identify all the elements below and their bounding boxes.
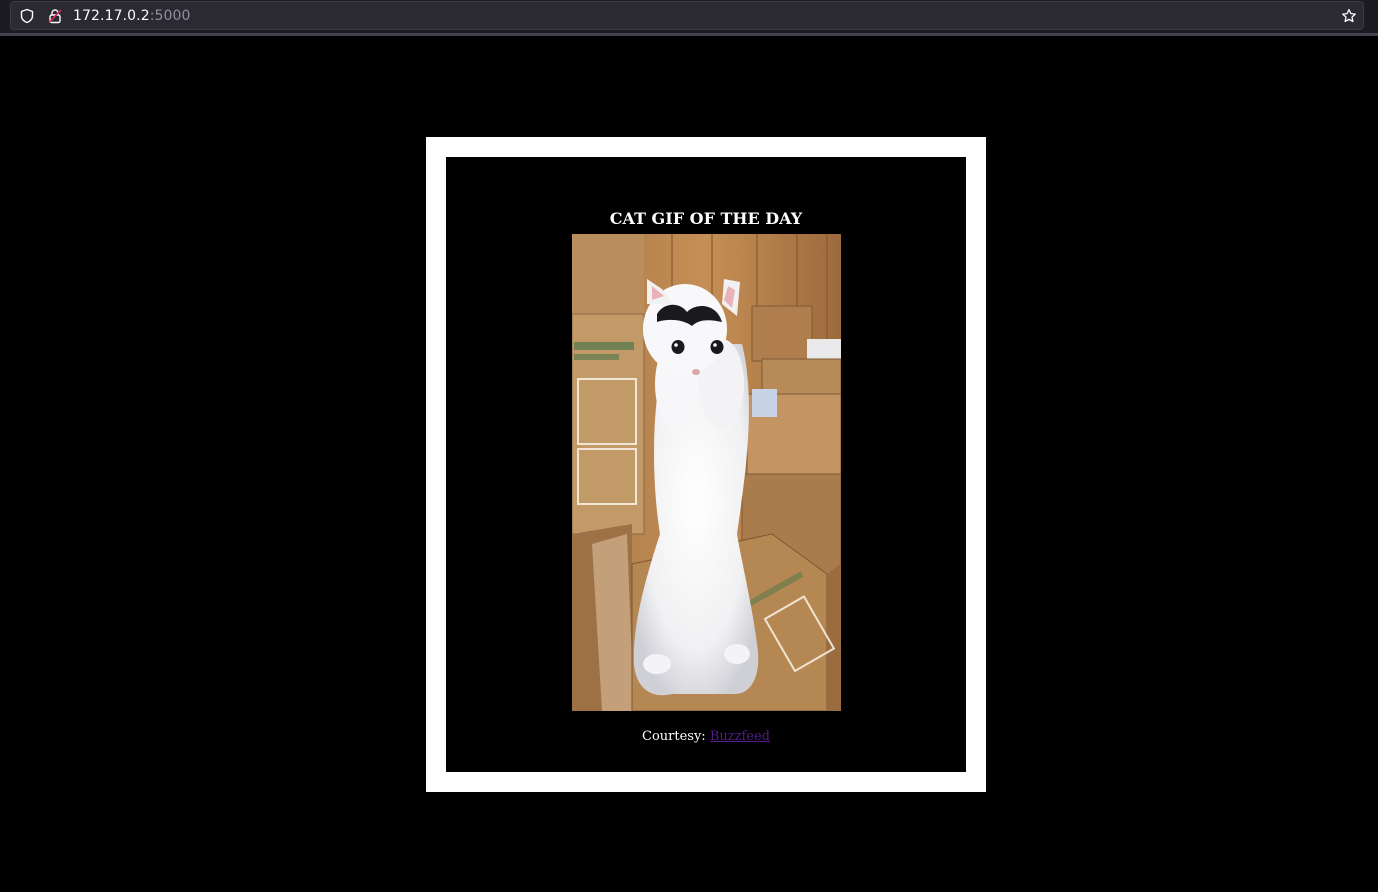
lock-icon[interactable] xyxy=(47,8,63,24)
page-title: CAT GIF OF THE DAY xyxy=(609,209,803,228)
url-port: :5000 xyxy=(149,8,191,24)
toolbar-divider xyxy=(0,33,1378,36)
shield-icon[interactable] xyxy=(19,8,35,24)
white-frame: CAT GIF OF THE DAY Courtesy: Buzzfeed xyxy=(426,137,986,792)
url-text[interactable]: 172.17.0.2:5000 xyxy=(73,8,191,24)
url-host: 172.17.0.2 xyxy=(73,8,150,24)
courtesy-line: Courtesy: Buzzfeed xyxy=(446,728,966,746)
bookmark-star-icon[interactable] xyxy=(1341,8,1357,24)
address-bar[interactable]: 172.17.0.2:5000 xyxy=(10,1,1364,30)
buzzfeed-link[interactable]: Buzzfeed xyxy=(710,729,770,744)
cat-gif-image xyxy=(572,234,841,711)
courtesy-label: Courtesy: xyxy=(642,729,710,744)
browser-toolbar: 172.17.0.2:5000 xyxy=(0,0,1378,36)
content-panel: CAT GIF OF THE DAY Courtesy: Buzzfeed xyxy=(446,157,966,772)
